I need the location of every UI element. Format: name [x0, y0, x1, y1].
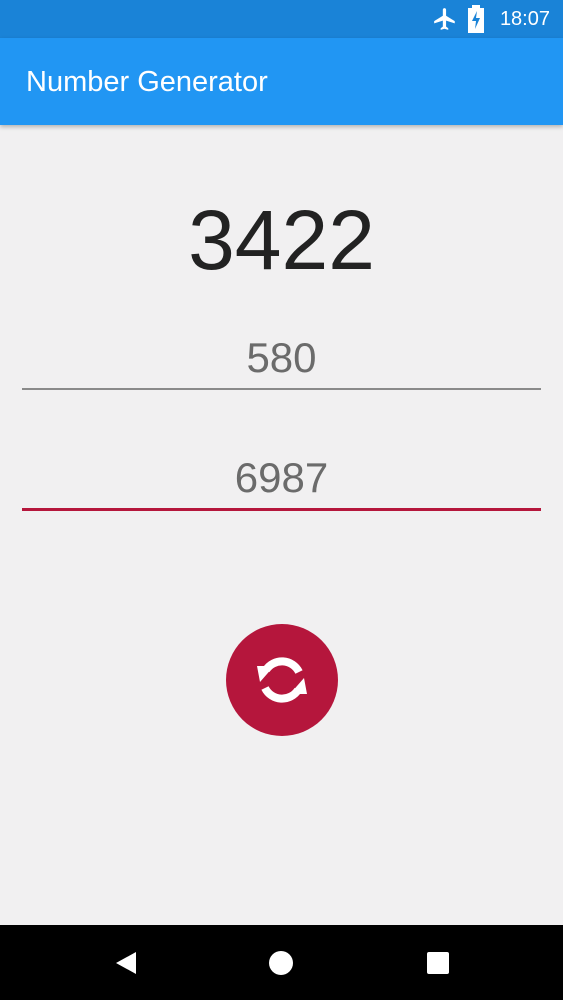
airplane-mode-icon: [434, 8, 455, 30]
generate-button[interactable]: [226, 624, 338, 736]
min-value-field[interactable]: 580: [22, 335, 541, 390]
navigation-bar: [0, 925, 563, 1000]
max-value-field[interactable]: 6987: [22, 455, 541, 511]
battery-charging-icon: [468, 5, 484, 33]
refresh-icon: [257, 657, 307, 703]
app-bar: Number Generator: [0, 38, 563, 125]
home-icon[interactable]: [269, 951, 293, 975]
status-bar: 18:07: [0, 0, 563, 38]
status-time: 18:07: [499, 8, 550, 30]
app-title: Number Generator: [26, 66, 268, 98]
main-content: 3422 580 6987: [0, 125, 563, 925]
back-icon[interactable]: [113, 950, 139, 976]
generated-number: 3422: [188, 193, 375, 287]
recents-icon[interactable]: [427, 952, 449, 974]
